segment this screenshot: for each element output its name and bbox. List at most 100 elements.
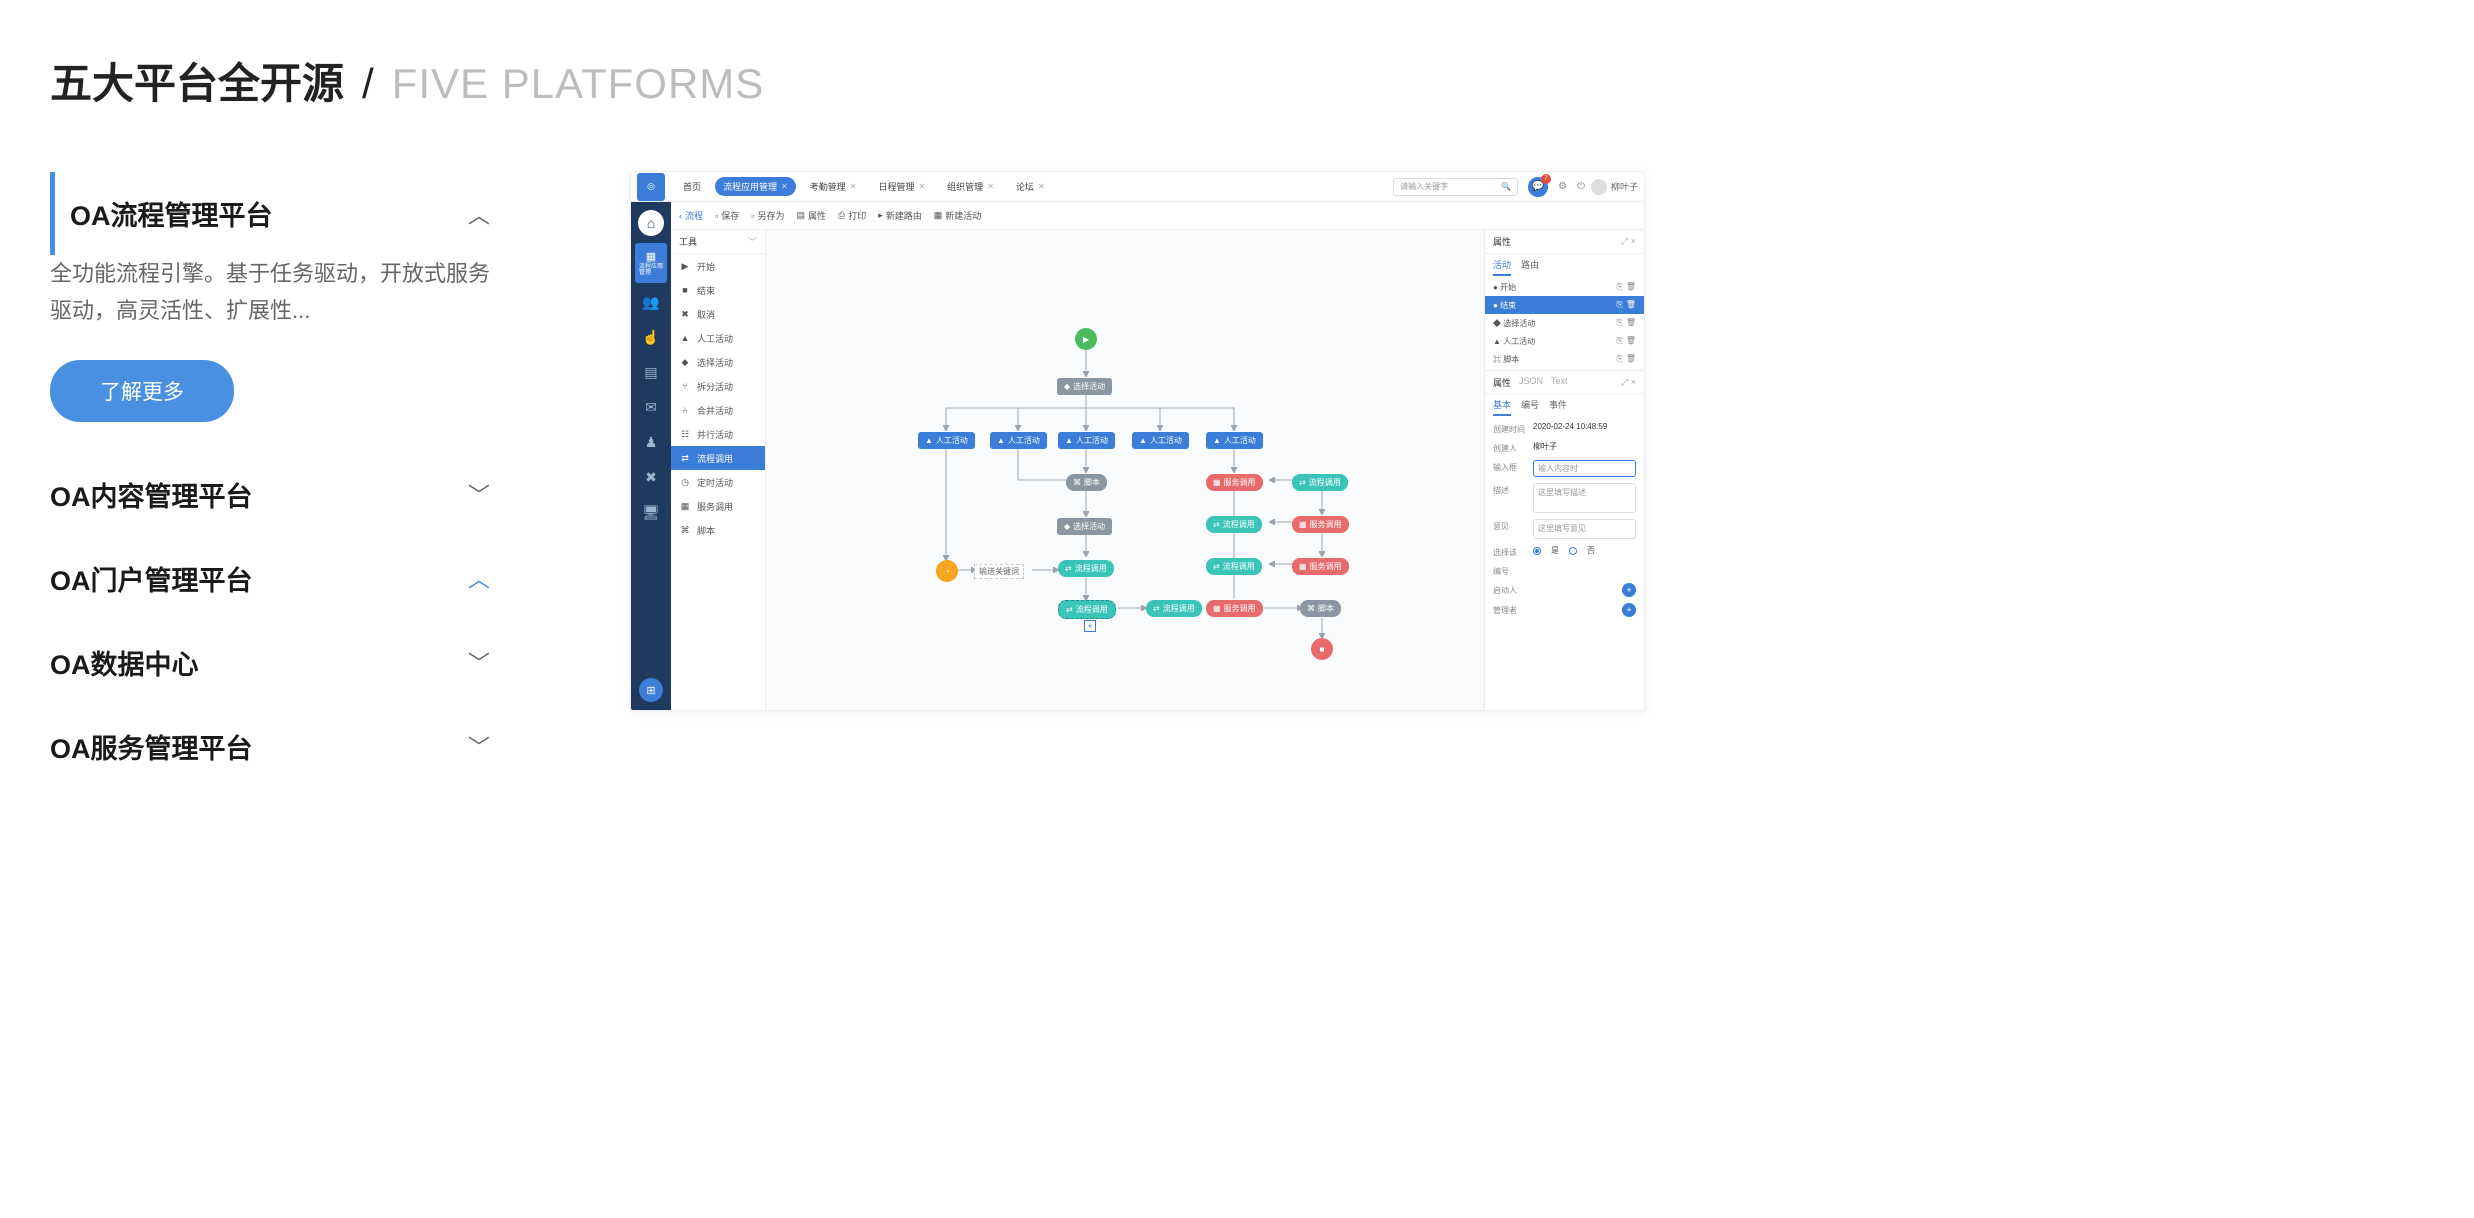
node-human-5[interactable]: ▲ 人工活动 (1206, 432, 1263, 449)
palette-service[interactable]: ▦服务调用 (671, 494, 765, 518)
node-proc-b2[interactable]: ⇄ 流程调用 (1058, 600, 1116, 619)
accordion-item-service[interactable]: OA服务管理平台 ﹀ (50, 705, 490, 788)
list-item[interactable]: ● 开始⎘🗑 (1485, 278, 1644, 296)
subtab-basic[interactable]: 基本 (1493, 398, 1511, 416)
tab-route[interactable]: 路由 (1521, 258, 1539, 276)
palette-merge[interactable]: ⑃合并活动 (671, 398, 765, 422)
trash-icon[interactable]: 🗑 (1626, 300, 1636, 310)
palette-choose[interactable]: ◆选择活动 (671, 350, 765, 374)
desc-textarea[interactable]: 这里填写描述 (1533, 483, 1636, 513)
palette-script[interactable]: ⌘脚本 (671, 518, 765, 542)
accordion-item-data[interactable]: OA数据中心 ﹀ (50, 621, 490, 704)
list-item[interactable]: ⌘ 脚本⎘🗑 (1485, 350, 1644, 368)
close-icon[interactable]: ✕ (850, 182, 857, 191)
node-start[interactable]: ▶ (1075, 328, 1097, 350)
accordion-item-process[interactable]: OA流程管理平台 ︿ (50, 172, 490, 255)
nav-chat-icon[interactable]: ✉ (635, 391, 667, 423)
notification-bell-icon[interactable]: 💬7 (1528, 177, 1548, 197)
node-script-c[interactable]: ⌘ 脚本 (1300, 600, 1341, 617)
power-icon[interactable]: ⏻ (1577, 181, 1585, 192)
gear-icon[interactable]: ⚙ (1558, 181, 1567, 192)
palette-split[interactable]: ⑂拆分活动 (671, 374, 765, 398)
radio-yes[interactable] (1533, 547, 1541, 555)
subtab-event[interactable]: 事件 (1549, 398, 1567, 416)
nav-calendar-icon[interactable]: ▤ (635, 356, 667, 388)
back-button[interactable]: ‹ 流程 (679, 209, 703, 222)
input-field[interactable]: 输入内容时 (1533, 460, 1636, 477)
learn-more-button[interactable]: 了解更多 (50, 360, 234, 422)
tab-attendance[interactable]: 考勤管理✕ (802, 177, 865, 196)
tab-json[interactable]: JSON (1519, 376, 1543, 389)
opinion-textarea[interactable]: 这里填写意见 (1533, 519, 1636, 539)
node-wait[interactable]: ◔ (936, 560, 958, 582)
tab-schedule[interactable]: 日程管理✕ (870, 177, 933, 196)
trash-icon[interactable]: 🗑 (1626, 354, 1636, 364)
node-human-2[interactable]: ▲ 人工活动 (990, 432, 1047, 449)
node-svc-r2[interactable]: ▦ 服务调用 (1206, 600, 1263, 617)
expand-icon[interactable]: ⤢ (1621, 377, 1628, 387)
subtab-number[interactable]: 编号 (1521, 398, 1539, 416)
node-proc-r2[interactable]: ⇄ 流程调用 (1206, 558, 1262, 575)
close-icon[interactable]: ✕ (1038, 182, 1045, 191)
node-proc-b1[interactable]: ⇄ 流程调用 (1058, 560, 1114, 577)
add-node-icon[interactable]: + (1084, 620, 1096, 632)
nav-hand-icon[interactable]: ☝ (635, 321, 667, 353)
close-icon[interactable]: × (1631, 377, 1636, 387)
copy-icon[interactable]: ⎘ (1616, 318, 1622, 328)
nav-users-icon[interactable]: 👥 (635, 286, 667, 318)
nav-home-icon[interactable]: ⌂ (638, 210, 664, 236)
copy-icon[interactable]: ⎘ (1616, 282, 1622, 292)
node-human-3[interactable]: ▲ 人工活动 (1058, 432, 1115, 449)
node-script[interactable]: ⌘ 脚本 (1066, 474, 1107, 491)
nav-process-icon[interactable]: ▦流程应用管理 (635, 243, 667, 283)
copy-icon[interactable]: ⎘ (1616, 354, 1622, 364)
add-starter-icon[interactable]: + (1622, 583, 1636, 597)
palette-start[interactable]: ▶开始 (671, 254, 765, 278)
tab-process-mgmt[interactable]: 流程应用管理✕ (715, 177, 796, 196)
node-human-4[interactable]: ▲ 人工活动 (1132, 432, 1189, 449)
tab-org[interactable]: 组织管理✕ (939, 177, 1002, 196)
palette-header[interactable]: 工具﹀ (671, 230, 765, 254)
flow-canvas[interactable]: ▶ ◆ 选择活动 ▲ 人工活动 ▲ 人工活动 ▲ 人工活动 ▲ 人工活动 ▲ 人… (766, 230, 1484, 710)
node-end[interactable]: ■ (1311, 638, 1333, 660)
nav-grid-icon[interactable]: ⊞ (639, 678, 663, 702)
node-proc-b3[interactable]: ⇄ 流程调用 (1146, 600, 1202, 617)
save-button[interactable]: ▫ 保存 (715, 209, 739, 222)
trash-icon[interactable]: 🗑 (1626, 282, 1636, 292)
palette-timer[interactable]: ◷定时活动 (671, 470, 765, 494)
node-choose[interactable]: ◆ 选择活动 (1057, 378, 1112, 395)
palette-process-call[interactable]: ⇄流程调用 (671, 446, 765, 470)
node-svc-c2[interactable]: ▦ 服务调用 (1292, 558, 1349, 575)
radio-no[interactable] (1569, 547, 1577, 555)
search-input[interactable]: 请输入关键字🔍 (1393, 178, 1518, 196)
close-icon[interactable]: ✕ (918, 182, 925, 191)
tab-activity[interactable]: 活动 (1493, 258, 1511, 276)
tab-text[interactable]: Text (1551, 376, 1568, 389)
node-choose-2[interactable]: ◆ 选择活动 (1057, 518, 1112, 535)
palette-human[interactable]: ▲人工活动 (671, 326, 765, 350)
copy-icon[interactable]: ⎘ (1616, 300, 1622, 310)
node-proc-r1[interactable]: ⇄ 流程调用 (1206, 516, 1262, 533)
app-logo-icon[interactable]: ◎ (637, 173, 665, 201)
list-item[interactable]: ● 结束⎘🗑 (1485, 296, 1644, 314)
nav-monitor-icon[interactable]: 🖥 (635, 496, 667, 528)
trash-icon[interactable]: 🗑 (1626, 318, 1636, 328)
list-item[interactable]: ◆ 选择活动⎘🗑 (1485, 314, 1644, 332)
save-as-button[interactable]: ▫ 另存为 (751, 209, 784, 222)
properties-button[interactable]: ▤ 属性 (796, 209, 826, 222)
node-svc-r1[interactable]: ▦ 服务调用 (1206, 474, 1263, 491)
close-icon[interactable]: ✕ (987, 182, 994, 191)
tab-property[interactable]: 属性 (1493, 376, 1511, 389)
add-admin-icon[interactable]: + (1622, 603, 1636, 617)
accordion-item-portal[interactable]: OA门户管理平台 ︿ (50, 537, 490, 620)
tab-forum[interactable]: 论坛✕ (1008, 177, 1053, 196)
nav-tools-icon[interactable]: ✖ (635, 461, 667, 493)
user-menu[interactable]: 柳叶子 (1591, 179, 1638, 195)
palette-parallel[interactable]: ☷并行活动 (671, 422, 765, 446)
tab-home[interactable]: 首页 (675, 177, 709, 196)
print-button[interactable]: ⎙ 打印 (838, 209, 866, 222)
new-route-button[interactable]: ▸ 新建路由 (878, 209, 922, 222)
close-icon[interactable]: ✕ (781, 182, 788, 191)
new-activity-button[interactable]: ▦ 新建活动 (934, 209, 982, 222)
nav-org-icon[interactable]: ♟ (635, 426, 667, 458)
